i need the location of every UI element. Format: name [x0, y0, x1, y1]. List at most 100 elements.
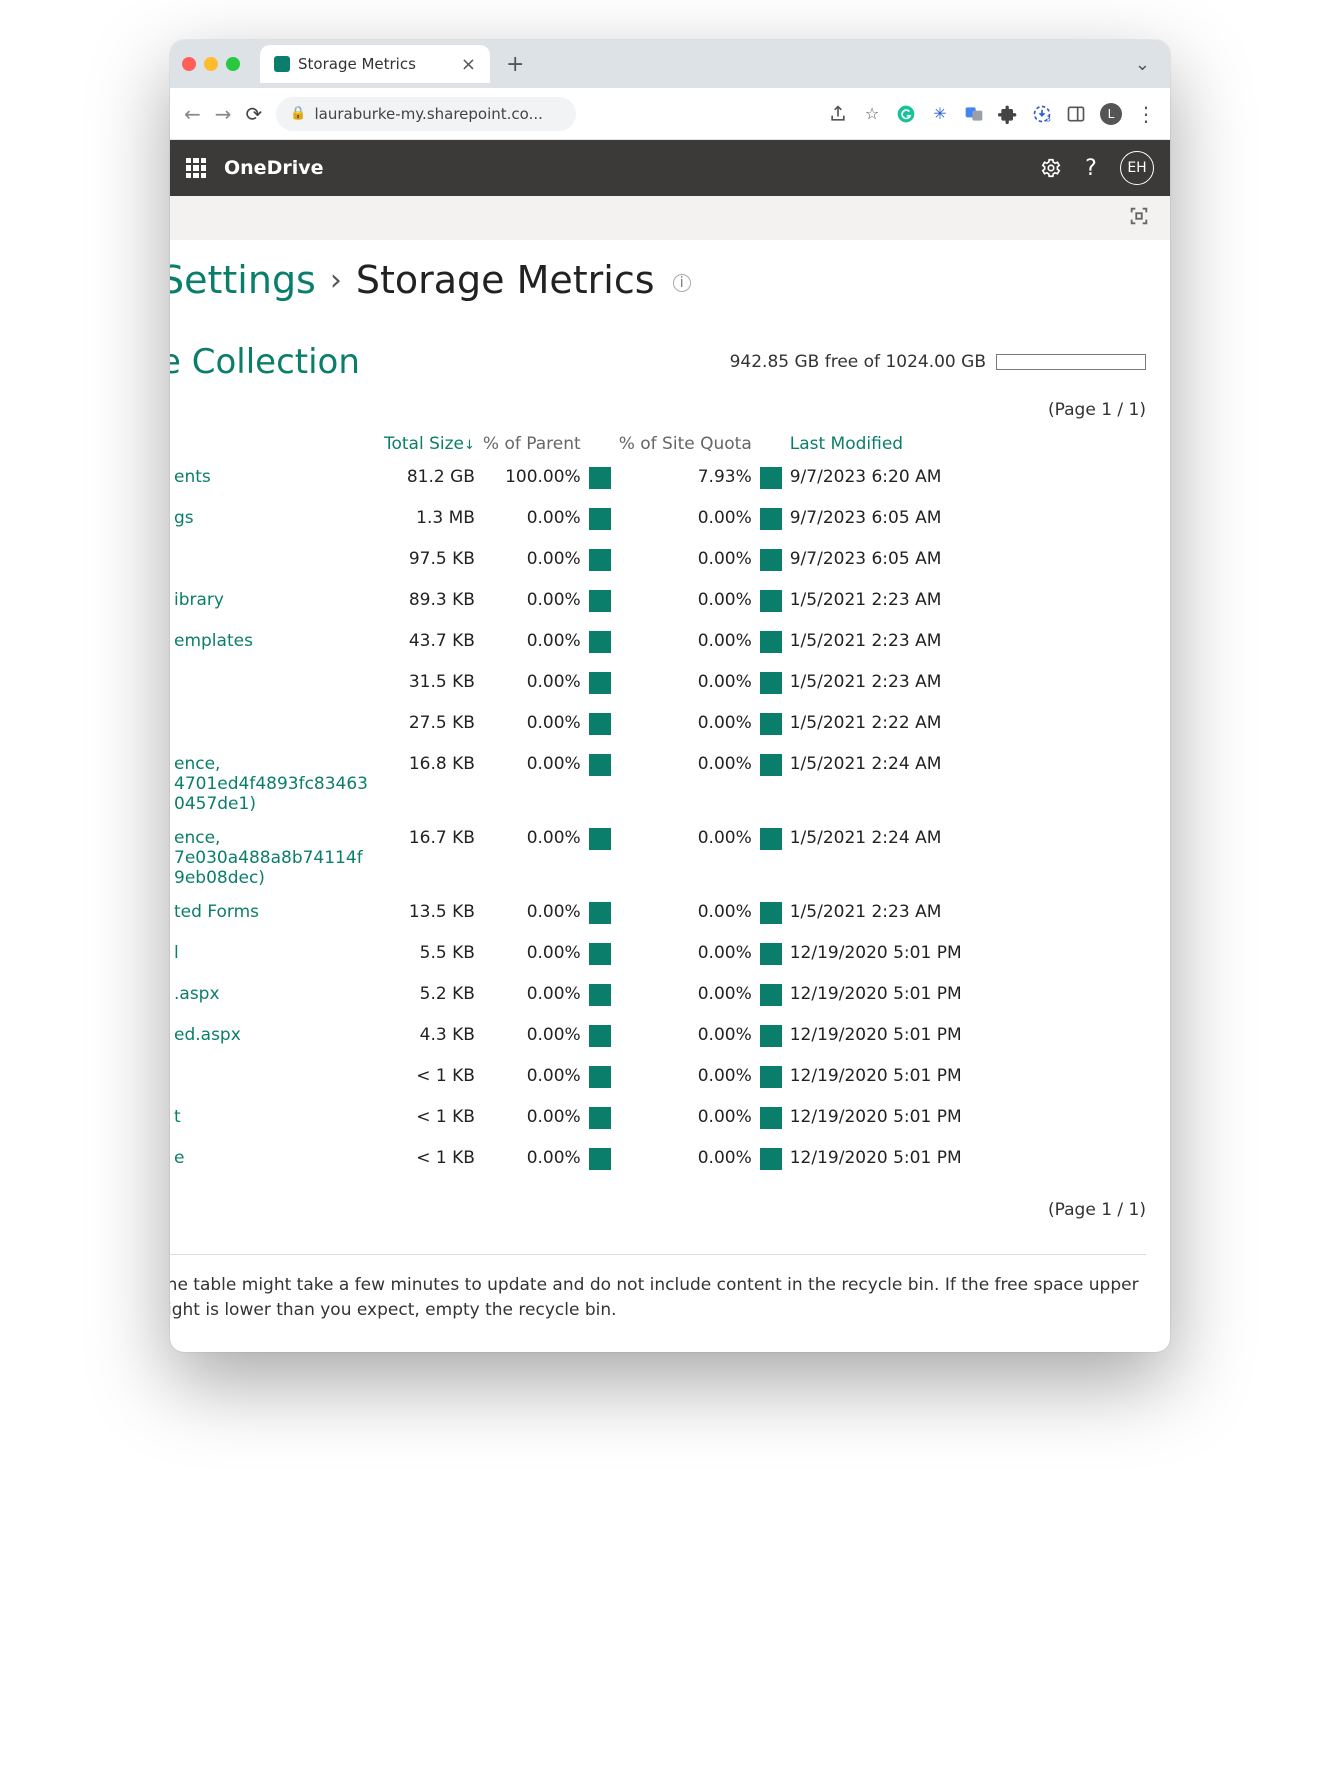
row-pct-parent: 0.00%: [479, 977, 585, 1018]
browser-window: Storage Metrics × + ⌄ ← → ⟳ 🔒 lauraburke…: [170, 40, 1170, 1352]
row-last-modified: 12/19/2020 5:01 PM: [786, 1059, 1146, 1100]
row-last-modified: 1/5/2021 2:23 AM: [786, 895, 1146, 936]
app-launcher-icon[interactable]: [186, 158, 206, 178]
row-name-link[interactable]: [170, 706, 380, 747]
forward-button[interactable]: →: [215, 102, 232, 126]
row-size: 97.5 KB: [380, 542, 479, 583]
row-name-link[interactable]: ents: [170, 460, 380, 501]
table-row: ted Forms13.5 KB0.00%0.00%1/5/2021 2:23 …: [170, 895, 1146, 936]
row-name-link[interactable]: ence,7e030a488a8b74114f9eb08dec): [170, 821, 380, 895]
table-row: 97.5 KB0.00%0.00%9/7/2023 6:05 AM: [170, 542, 1146, 583]
extensions-menu-icon[interactable]: [998, 104, 1018, 124]
info-icon[interactable]: i: [673, 274, 691, 292]
row-name-link[interactable]: t: [170, 1100, 380, 1141]
bookmark-icon[interactable]: ☆: [862, 104, 882, 124]
row-name-link[interactable]: [170, 665, 380, 706]
row-size: 43.7 KB: [380, 624, 479, 665]
svg-text:3: 3: [1046, 114, 1051, 123]
app-name: OneDrive: [224, 157, 324, 179]
app-header: OneDrive ? EH: [170, 140, 1170, 196]
row-parent-bar: [585, 460, 615, 501]
row-last-modified: 1/5/2021 2:24 AM: [786, 821, 1146, 895]
minimize-window-button[interactable]: [204, 57, 218, 71]
row-name-link[interactable]: emplates: [170, 624, 380, 665]
extension-translate-icon[interactable]: [964, 104, 984, 124]
col-pct-quota[interactable]: % of Site Quota: [615, 428, 756, 460]
focus-mode-icon[interactable]: [1128, 205, 1150, 231]
sidepanel-icon[interactable]: [1066, 104, 1086, 124]
row-pct-quota: 0.00%: [615, 977, 756, 1018]
breadcrumb-settings-link[interactable]: Settings: [170, 258, 316, 302]
row-name-link[interactable]: ted Forms: [170, 895, 380, 936]
table-row: l5.5 KB0.00%0.00%12/19/2020 5:01 PM: [170, 936, 1146, 977]
row-name-link[interactable]: [170, 1059, 380, 1100]
row-pct-quota: 0.00%: [615, 665, 756, 706]
row-name-link[interactable]: ibrary: [170, 583, 380, 624]
row-size: < 1 KB: [380, 1100, 479, 1141]
help-icon[interactable]: ?: [1080, 157, 1102, 179]
row-quota-bar: [756, 1100, 786, 1141]
pager-top: (Page 1 / 1): [170, 400, 1146, 420]
row-pct-quota: 0.00%: [615, 1100, 756, 1141]
row-parent-bar: [585, 583, 615, 624]
back-button[interactable]: ←: [184, 102, 201, 126]
quota-bar: [996, 354, 1146, 370]
row-pct-quota: 0.00%: [615, 706, 756, 747]
row-pct-parent: 0.00%: [479, 501, 585, 542]
settings-gear-icon[interactable]: [1040, 157, 1062, 179]
row-name-link[interactable]: .aspx: [170, 977, 380, 1018]
page-content: Settings › Storage Metrics i e Collectio…: [170, 240, 1170, 1352]
row-pct-parent: 0.00%: [479, 1141, 585, 1182]
row-parent-bar: [585, 1059, 615, 1100]
row-name-link[interactable]: e: [170, 1141, 380, 1182]
row-name-link[interactable]: ed.aspx: [170, 1018, 380, 1059]
share-icon[interactable]: [828, 104, 848, 124]
browser-tab[interactable]: Storage Metrics ×: [260, 45, 490, 83]
pager-bottom: (Page 1 / 1): [170, 1200, 1146, 1220]
reload-button[interactable]: ⟳: [246, 102, 263, 126]
browser-menu-button[interactable]: ⋮: [1136, 102, 1156, 126]
row-last-modified: 9/7/2023 6:05 AM: [786, 501, 1146, 542]
extension-download-icon[interactable]: 3: [1032, 104, 1052, 124]
user-avatar[interactable]: EH: [1120, 151, 1154, 185]
row-pct-quota: 0.00%: [615, 1141, 756, 1182]
table-row: < 1 KB0.00%0.00%12/19/2020 5:01 PM: [170, 1059, 1146, 1100]
row-quota-bar: [756, 895, 786, 936]
close-tab-button[interactable]: ×: [461, 54, 476, 75]
table-row: ed.aspx4.3 KB0.00%0.00%12/19/2020 5:01 P…: [170, 1018, 1146, 1059]
row-pct-parent: 0.00%: [479, 1100, 585, 1141]
row-pct-parent: 0.00%: [479, 706, 585, 747]
row-name-link[interactable]: gs: [170, 501, 380, 542]
row-last-modified: 9/7/2023 6:20 AM: [786, 460, 1146, 501]
breadcrumb: Settings › Storage Metrics i: [170, 258, 1146, 302]
row-parent-bar: [585, 624, 615, 665]
row-size: < 1 KB: [380, 1141, 479, 1182]
close-window-button[interactable]: [182, 57, 196, 71]
row-name-link[interactable]: ence,4701ed4f4893fc834630457de1): [170, 747, 380, 821]
fullscreen-window-button[interactable]: [226, 57, 240, 71]
tabs-overflow-button[interactable]: ⌄: [1127, 54, 1158, 75]
extension-snowflake-icon[interactable]: ✳: [930, 104, 950, 124]
row-pct-parent: 0.00%: [479, 665, 585, 706]
row-size: 4.3 KB: [380, 1018, 479, 1059]
table-row: ence,7e030a488a8b74114f9eb08dec)16.7 KB0…: [170, 821, 1146, 895]
row-size: 5.2 KB: [380, 977, 479, 1018]
row-quota-bar: [756, 977, 786, 1018]
col-total-size[interactable]: Total Size↓: [380, 428, 479, 460]
row-quota-bar: [756, 821, 786, 895]
col-last-modified[interactable]: Last Modified: [786, 428, 1146, 460]
row-pct-quota: 7.93%: [615, 460, 756, 501]
row-name-link[interactable]: [170, 542, 380, 583]
profile-avatar[interactable]: L: [1100, 103, 1122, 125]
row-last-modified: 12/19/2020 5:01 PM: [786, 1018, 1146, 1059]
new-tab-button[interactable]: +: [498, 52, 532, 77]
col-pct-parent[interactable]: % of Parent: [479, 428, 585, 460]
row-pct-parent: 0.00%: [479, 624, 585, 665]
address-bar[interactable]: 🔒 lauraburke-my.sharepoint.co...: [276, 97, 576, 131]
extension-grammarly-icon[interactable]: [896, 104, 916, 124]
row-size: 13.5 KB: [380, 895, 479, 936]
row-pct-quota: 0.00%: [615, 936, 756, 977]
row-name-link[interactable]: l: [170, 936, 380, 977]
row-size: 1.3 MB: [380, 501, 479, 542]
row-last-modified: 12/19/2020 5:01 PM: [786, 936, 1146, 977]
